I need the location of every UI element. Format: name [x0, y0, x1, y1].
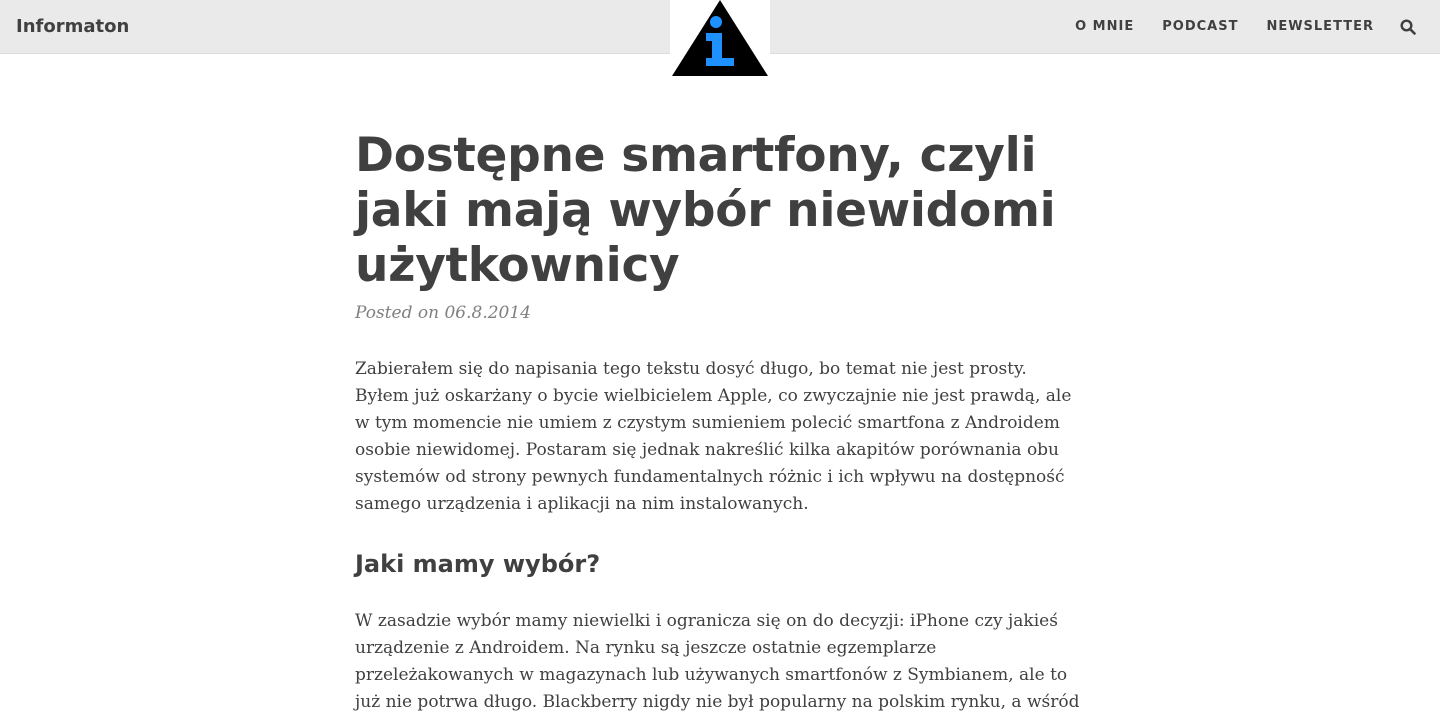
search-button[interactable]: [1400, 19, 1416, 35]
search-icon: [1400, 19, 1416, 35]
post-date: Posted on 06.8.2014: [355, 303, 531, 323]
nav-link-o-mnie[interactable]: O MNIE: [1075, 16, 1134, 38]
post-title: Dostępne smartfony, czyli jaki mają wybó…: [355, 128, 1056, 293]
main-menu: O MNIE PODCAST NEWSLETTER: [1047, 16, 1416, 38]
article: Dostępne smartfony, czyli jaki mają wybó…: [355, 128, 1085, 720]
top-navbar: Informaton O MNIE PODCAST NEWSLETTER: [0, 0, 1440, 78]
site-logo[interactable]: [670, 0, 770, 78]
section-paragraph: W zasadzie wybór mamy niewielki i ograni…: [355, 611, 1080, 720]
section-heading: Jaki mamy wybór?: [355, 550, 601, 578]
information-triangle-logo-icon: [672, 0, 768, 76]
post-intro-paragraph: Zabierałem się do napisania tego tekstu …: [355, 359, 1072, 514]
site-brand-link[interactable]: Informaton: [16, 15, 129, 39]
nav-link-podcast[interactable]: PODCAST: [1162, 16, 1238, 38]
nav-link-newsletter[interactable]: NEWSLETTER: [1266, 16, 1374, 38]
